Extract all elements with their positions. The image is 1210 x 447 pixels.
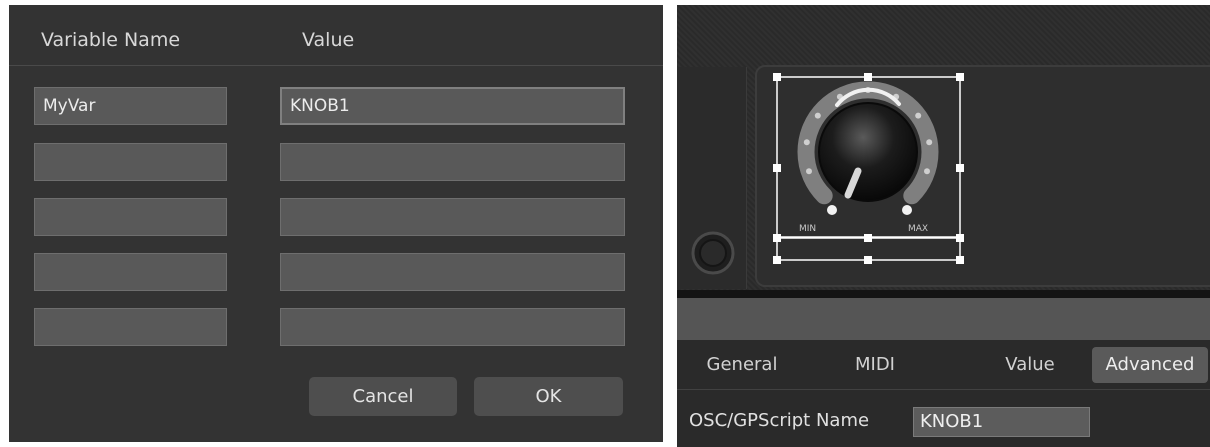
variable-dialog: Variable Name Value MyVar KNOB1 Cancel O… <box>9 5 663 442</box>
editor-toolbar <box>677 298 1210 340</box>
value-field-5[interactable] <box>280 308 625 346</box>
knob-led-dot <box>806 168 812 175</box>
knob-canvas: MIN MAX <box>691 73 964 275</box>
tab-general[interactable]: General <box>692 347 792 383</box>
variable-name-field-2[interactable] <box>34 143 227 181</box>
knob-min-dot <box>827 205 837 215</box>
knob-body[interactable] <box>818 102 918 202</box>
panel-bottom-edge <box>677 290 1210 298</box>
ok-button[interactable]: OK <box>474 377 623 416</box>
tab-value[interactable]: Value <box>980 347 1080 383</box>
knob-max-dot <box>902 205 912 215</box>
value-header: Value <box>302 29 355 51</box>
knob-led-dot <box>915 112 922 119</box>
knob-led-dot <box>926 139 933 146</box>
tab-midi[interactable]: MIDI <box>835 347 915 383</box>
small-jack-icon <box>691 231 735 275</box>
knob-led-dot <box>803 139 810 146</box>
knob-led-dot <box>814 112 821 119</box>
variable-name-field-4[interactable] <box>34 253 227 291</box>
cancel-button[interactable]: Cancel <box>309 377 457 416</box>
tab-advanced[interactable]: Advanced <box>1092 347 1208 383</box>
value-field-4[interactable] <box>280 253 625 291</box>
osc-name-label: OSC/GPScript Name <box>689 410 870 431</box>
knob-max-label: MAX <box>908 224 928 234</box>
value-field-1[interactable]: KNOB1 <box>280 87 625 125</box>
variable-name-header: Variable Name <box>41 29 181 51</box>
variable-name-field-5[interactable] <box>34 308 227 346</box>
variable-name-field-1[interactable]: MyVar <box>34 87 227 125</box>
variable-name-field-3[interactable] <box>34 198 227 236</box>
widget-editor-panel: MIN MAX General MIDI Value Advanced OSC/… <box>677 5 1210 447</box>
value-field-3[interactable] <box>280 198 625 236</box>
knob-led-dot <box>924 168 930 175</box>
header-divider <box>9 65 663 66</box>
knob-min-label: MIN <box>799 224 816 234</box>
osc-name-input[interactable]: KNOB1 <box>913 407 1090 437</box>
value-field-2[interactable] <box>280 143 625 181</box>
